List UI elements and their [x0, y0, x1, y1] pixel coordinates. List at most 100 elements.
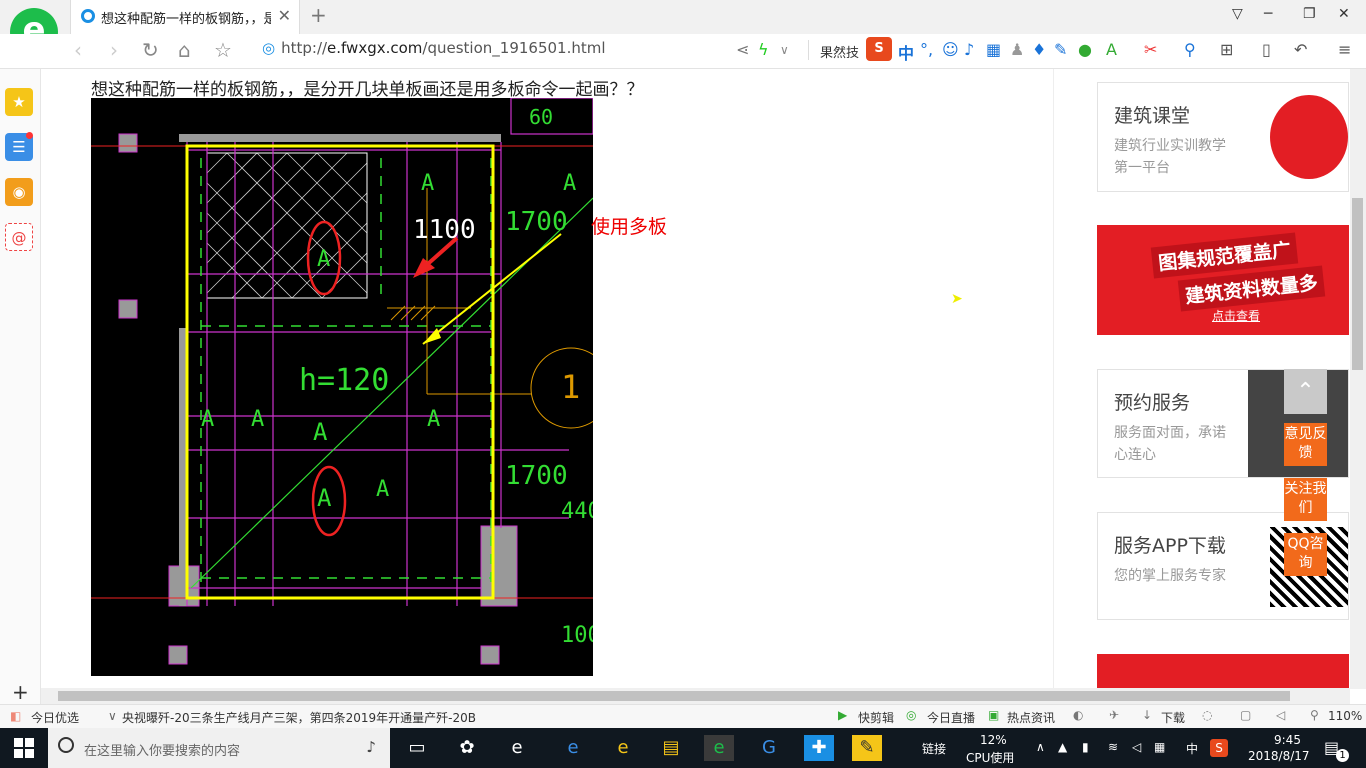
phone-icon[interactable]: ▯ — [1262, 40, 1271, 59]
address-bar[interactable]: ◎ http://e.fwxgx.com/question_1916501.htm… — [262, 39, 702, 61]
notepad-icon[interactable]: ✎ — [852, 735, 882, 761]
site-icon: ◎ — [262, 39, 276, 57]
ime-indicator[interactable]: 中 — [1186, 740, 1198, 757]
tab-favicon-icon — [81, 9, 95, 23]
emoji-icon[interactable]: ☺ — [942, 40, 959, 59]
wifi-icon[interactable]: ≋ — [1108, 740, 1118, 754]
download-link[interactable]: 下载 — [1161, 709, 1185, 726]
weibo-icon[interactable]: ◉ — [5, 178, 33, 206]
left-sidebar — [0, 69, 41, 709]
app-title: 服务APP下载 — [1114, 535, 1226, 557]
windows-start-icon[interactable] — [14, 738, 34, 758]
edge-old-icon[interactable]: e — [502, 735, 532, 761]
gift-icon[interactable]: ◧ — [10, 709, 21, 723]
back-to-top-icon[interactable]: ⌃ — [1284, 369, 1327, 414]
speed-icon[interactable]: ◐ — [1073, 708, 1083, 722]
zoom-level[interactable]: 110% — [1328, 709, 1362, 723]
edge-icon[interactable]: e — [558, 735, 588, 761]
lightning-icon[interactable]: ϟ — [758, 40, 769, 59]
page-content: 想这种配筋一样的板钢筋，，是分开几块单板画还是用多板命令一起画？？ A A h=… — [41, 69, 1053, 689]
ime-lang[interactable]: 中 — [898, 40, 914, 64]
download-icon: ↓ — [1142, 708, 1153, 722]
task-view-icon[interactable]: ▭ — [402, 735, 432, 761]
news-ticker[interactable]: 央视曝歼-20三条生产线月产三架，第四条2019年开通量产歼-20B — [122, 709, 476, 726]
zoom-icon: ⚲ — [1310, 708, 1319, 722]
back-icon[interactable]: ‹ — [74, 38, 82, 62]
vertical-scrollbar[interactable] — [1350, 69, 1366, 689]
bookmark-star-icon[interactable]: ☆ — [214, 38, 232, 62]
course-subtitle: 建筑行业实训教学第一平台 — [1114, 138, 1226, 176]
live-icon: ◎ — [906, 708, 917, 722]
close-window-icon[interactable]: ✕ — [1338, 6, 1350, 22]
keyboard-icon[interactable]: ▦ — [986, 40, 1001, 59]
reload-icon[interactable]: ↻ — [142, 38, 159, 62]
translate-icon[interactable]: A — [1106, 40, 1117, 59]
link-label[interactable]: 链接 — [922, 740, 946, 757]
clock-time[interactable]: 9:45 — [1274, 733, 1301, 747]
course-card[interactable]: 建筑课堂 建筑行业实训教学第一平台 — [1097, 82, 1349, 192]
feedback-button[interactable]: 意见反馈 — [1284, 423, 1327, 466]
hot-news-link[interactable]: 热点资讯 — [1007, 709, 1055, 726]
service-subtitle: 服务面对面，承诺心连心 — [1114, 425, 1226, 463]
maximize-icon[interactable]: ❐ — [1303, 6, 1316, 22]
cad-dim-1700a: 1700 — [505, 207, 568, 237]
undo-icon[interactable]: ↶ — [1294, 40, 1307, 59]
clock-date[interactable]: 2018/8/17 — [1248, 749, 1310, 763]
column-divider — [1053, 69, 1054, 689]
cad-label-a: A — [251, 407, 264, 432]
wrench-icon[interactable]: ✎ — [1054, 40, 1067, 59]
sogou-tray-icon[interactable]: S — [1210, 739, 1228, 757]
tray-chevron-icon[interactable]: ∧ — [1036, 740, 1045, 754]
ie-icon[interactable]: e — [608, 735, 638, 761]
user-icon[interactable]: ♟ — [1010, 40, 1024, 59]
mic-icon[interactable]: ♪ — [366, 738, 376, 756]
qq-consult-button[interactable]: QQ咨询 — [1284, 533, 1327, 576]
search-box-text[interactable]: 果然技 — [820, 42, 859, 61]
keyboard-icon[interactable]: ▦ — [1154, 740, 1165, 754]
browser-g-icon[interactable]: G — [754, 735, 784, 761]
battery-icon[interactable]: ▮ — [1082, 740, 1089, 754]
360-browser-icon[interactable]: e — [704, 735, 734, 761]
chevron-down-icon[interactable]: ∨ — [780, 43, 789, 57]
kuaijianji-link[interactable]: 快剪辑 — [858, 709, 894, 726]
horizontal-scroll-thumb[interactable] — [58, 691, 1290, 701]
taskbar-search[interactable]: 在这里输入你要搜索的内容 ♪ — [48, 728, 390, 768]
plus-app-icon[interactable]: ✚ — [804, 735, 834, 761]
window-icon[interactable]: ▢ — [1240, 708, 1251, 722]
add-sidebar-icon[interactable]: + — [12, 680, 29, 704]
speaker-icon[interactable]: ◁ — [1132, 740, 1141, 754]
scissors-icon[interactable]: ✂ — [1144, 40, 1157, 59]
minimize-icon[interactable]: ─ — [1264, 6, 1272, 22]
extension-icon[interactable]: ● — [1078, 40, 1092, 59]
forward-icon[interactable]: › — [110, 38, 118, 62]
banner-link[interactable]: 点击查看 — [1212, 307, 1260, 324]
live-link[interactable]: 今日直播 — [927, 709, 975, 726]
today-picks[interactable]: 今日优选 — [31, 709, 79, 726]
new-tab-icon[interactable]: + — [310, 3, 327, 27]
tab-close-icon[interactable]: ✕ — [278, 6, 291, 25]
mic-icon[interactable]: ♪ — [964, 40, 974, 59]
resource-banner[interactable]: 图集规范覆盖广 建筑资料数量多 点击查看 — [1097, 225, 1349, 335]
home-icon[interactable]: ⌂ — [178, 38, 191, 62]
shirt-icon[interactable]: ▽ — [1232, 6, 1243, 22]
notify-bell-icon[interactable]: ▲ — [1058, 740, 1067, 754]
tab-active[interactable]: 想这种配筋一样的板钢筋，，是分开几块单板画还是用多板命令一起画？？ ✕ — [70, 0, 300, 34]
pin-icon[interactable]: ✈ — [1109, 708, 1119, 722]
search-icon[interactable]: ⚲ — [1184, 40, 1196, 59]
follow-button[interactable]: 关注我们 — [1284, 478, 1327, 521]
cad-thickness: h=120 — [299, 363, 389, 398]
sogou-ime-icon[interactable]: S — [866, 37, 892, 61]
volume-icon[interactable]: ◁ — [1276, 708, 1285, 722]
apps-icon[interactable]: ⊞ — [1220, 40, 1233, 59]
share-icon[interactable]: ⋖ — [736, 40, 749, 59]
favorites-star-icon[interactable]: ★ — [5, 88, 33, 116]
skin-icon[interactable]: ♦ — [1032, 40, 1046, 59]
arrow-mark-icon: ➤ — [951, 291, 963, 307]
menu-icon[interactable]: ≡ — [1338, 40, 1351, 59]
vertical-scroll-thumb[interactable] — [1352, 198, 1363, 370]
pinwheel-app-icon[interactable]: ✿ — [452, 735, 482, 761]
ie-icon[interactable]: ◌ — [1202, 708, 1212, 722]
mail-at-icon[interactable]: @ — [5, 223, 33, 251]
file-explorer-icon[interactable]: ▤ — [656, 735, 686, 761]
punct-icon[interactable]: °, — [920, 40, 933, 59]
